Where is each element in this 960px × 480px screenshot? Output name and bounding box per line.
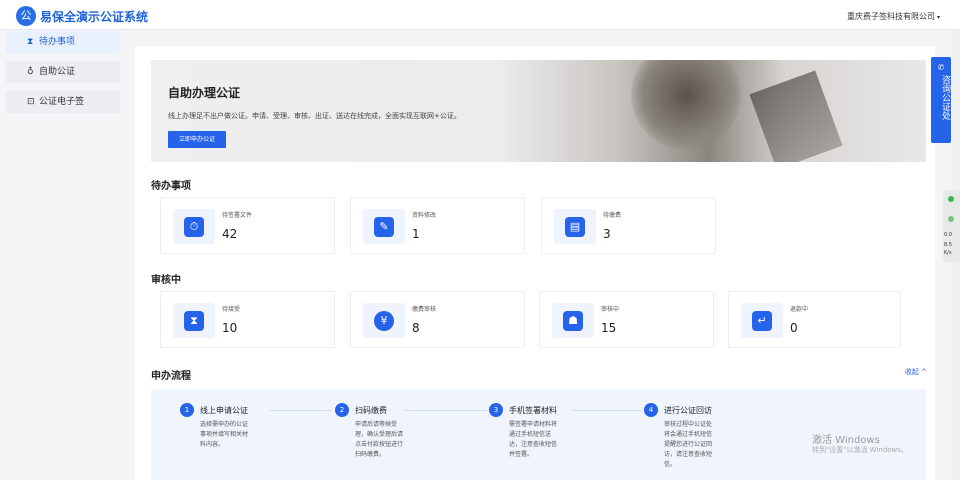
card-icon-box: ▤	[554, 209, 596, 244]
card-label: 待签署文件	[222, 212, 253, 219]
chevron-down-icon: ▾	[936, 14, 940, 21]
card-data-modify[interactable]: ✎ 资料修改 1	[350, 197, 525, 254]
consult-notary-button[interactable]: ✆ 咨询公证处	[931, 57, 951, 143]
step-connector	[405, 410, 487, 411]
sidebar-item-esign[interactable]: ⊡ 公证电子签	[6, 91, 120, 113]
network-speed-widget[interactable]: 0.0 8.5 K/s	[943, 190, 960, 262]
wallet-icon: ▤	[565, 217, 585, 237]
card-icon-box: ⏱	[173, 209, 215, 244]
collapse-toggle[interactable]: 收起 ^	[905, 367, 927, 377]
card-refunding[interactable]: ↵ 退款中 0	[728, 291, 901, 348]
speed-value: 0.0	[944, 232, 952, 238]
card-icon-box: ↵	[741, 303, 783, 338]
banner: 自助办理公证 线上办理足不出户做公证。申请、受理、审核、出证、送达在线完成，全面…	[151, 60, 926, 162]
step-connector	[270, 410, 332, 411]
consult-label: 咨询公证处	[940, 75, 950, 120]
card-to-accept[interactable]: ⧗ 待接受 10	[160, 291, 335, 348]
step-description: 选择需申办的公证事项并填写相关材料内容。	[200, 421, 249, 448]
card-value: 1	[412, 227, 420, 241]
sidebar-item-label: 待办事项	[39, 37, 76, 47]
step-number: 2	[335, 403, 349, 417]
hourglass-icon: ⧗	[27, 37, 34, 47]
user-stamp-icon: ☗	[563, 311, 583, 331]
step-connector	[573, 410, 641, 411]
company-selector[interactable]: 重庆费子签科技有限公司 ▾	[847, 11, 940, 22]
banner-description: 线上办理足不出户做公证。申请、受理、审核、出证、送达在线完成，全面实现互联网+公…	[168, 112, 461, 120]
card-label: 待缴费	[603, 212, 622, 219]
pending-section-title: 待办事项	[151, 181, 191, 192]
card-value: 8	[412, 321, 420, 335]
logo-icon: 公	[16, 6, 36, 26]
card-icon-box: ¥	[363, 303, 405, 338]
sidebar-item-todo[interactable]: ⧗ 待办事项	[6, 31, 120, 53]
card-label: 审核中	[601, 306, 620, 313]
step-description: 需签署申请材料将通过手机短信送达，注意查收短信并签署。	[509, 421, 558, 458]
card-value: 3	[603, 227, 611, 241]
sidebar-item-self-notarize[interactable]: ♁ 自助公证	[6, 61, 120, 83]
app-title: 易保全演示公证系统	[40, 10, 149, 24]
card-icon-box: ⧗	[173, 303, 215, 338]
step-title: 手机签署材料	[509, 406, 557, 415]
step-title: 进行公证回访	[664, 406, 712, 415]
card-value: 15	[601, 321, 617, 335]
banner-decoration	[631, 60, 741, 150]
hand-icon: ♁	[27, 67, 34, 77]
step-number: 4	[644, 403, 658, 417]
card-payment-review[interactable]: ¥ 缴费审核 8	[350, 291, 525, 348]
card-value: 0	[790, 321, 798, 335]
card-icon-box: ☗	[552, 303, 594, 338]
windows-activation-watermark: 激活 Windows	[812, 435, 880, 446]
speed-value: 8.5	[944, 242, 952, 248]
sign-icon: ⊡	[27, 97, 35, 107]
apply-notary-button[interactable]: 立即申办公证	[168, 131, 226, 148]
process-flow: 1 线上申请公证 选择需申办的公证事项并填写相关材料内容。 2 扫码缴费 申请后…	[151, 389, 926, 480]
status-dot-icon	[948, 216, 954, 222]
speed-unit: K/s	[944, 250, 952, 256]
main-panel: 自助办理公证 线上办理足不出户做公证。申请、受理、审核、出证、送达在线完成，全面…	[135, 46, 935, 480]
status-dot-icon	[948, 196, 954, 202]
card-under-review[interactable]: ☗ 审核中 15	[539, 291, 714, 348]
step-description: 审核过程中公证处将会通过手机短信提醒您进行公证回访，请注意查收短信。	[664, 421, 713, 468]
timer-icon: ⏱	[184, 217, 204, 237]
card-label: 退款中	[790, 306, 809, 313]
sidebar-item-label: 公证电子签	[39, 97, 85, 107]
step-title: 线上申请公证	[200, 406, 248, 415]
headset-icon: ✆	[937, 63, 945, 72]
card-label: 缴费审核	[412, 306, 437, 313]
banner-decoration	[749, 70, 843, 162]
sidebar-item-label: 自助公证	[39, 67, 76, 77]
card-label: 待接受	[222, 306, 241, 313]
windows-activation-hint: 转到"设置"以激活 Windows。	[812, 446, 908, 454]
step-description: 申请后请等候受理，确认受理后请点击付款按钮进行扫码缴费。	[355, 421, 404, 458]
process-section-title: 申办流程	[151, 371, 191, 382]
company-name: 重庆费子签科技有限公司	[846, 12, 935, 21]
refund-icon: ↵	[752, 311, 772, 331]
card-label: 资料修改	[412, 212, 437, 219]
reviewing-section-title: 审核中	[151, 275, 181, 286]
edit-document-icon: ✎	[374, 217, 394, 237]
top-bar: 公 易保全演示公证系统 重庆费子签科技有限公司 ▾	[0, 0, 960, 30]
yuan-icon: ¥	[374, 311, 394, 331]
card-value: 10	[222, 321, 238, 335]
step-number: 3	[489, 403, 503, 417]
sidebar: ⧗ 待办事项 ♁ 自助公证 ⊡ 公证电子签	[0, 30, 126, 480]
hourglass-icon: ⧗	[184, 311, 204, 331]
step-number: 1	[180, 403, 194, 417]
step-title: 扫码缴费	[355, 406, 387, 415]
banner-title: 自助办理公证	[168, 86, 241, 100]
card-pending-sign[interactable]: ⏱ 待签署文件 42	[160, 197, 335, 254]
card-pending-payment[interactable]: ▤ 待缴费 3	[541, 197, 716, 254]
card-value: 42	[222, 227, 238, 241]
card-icon-box: ✎	[363, 209, 405, 244]
